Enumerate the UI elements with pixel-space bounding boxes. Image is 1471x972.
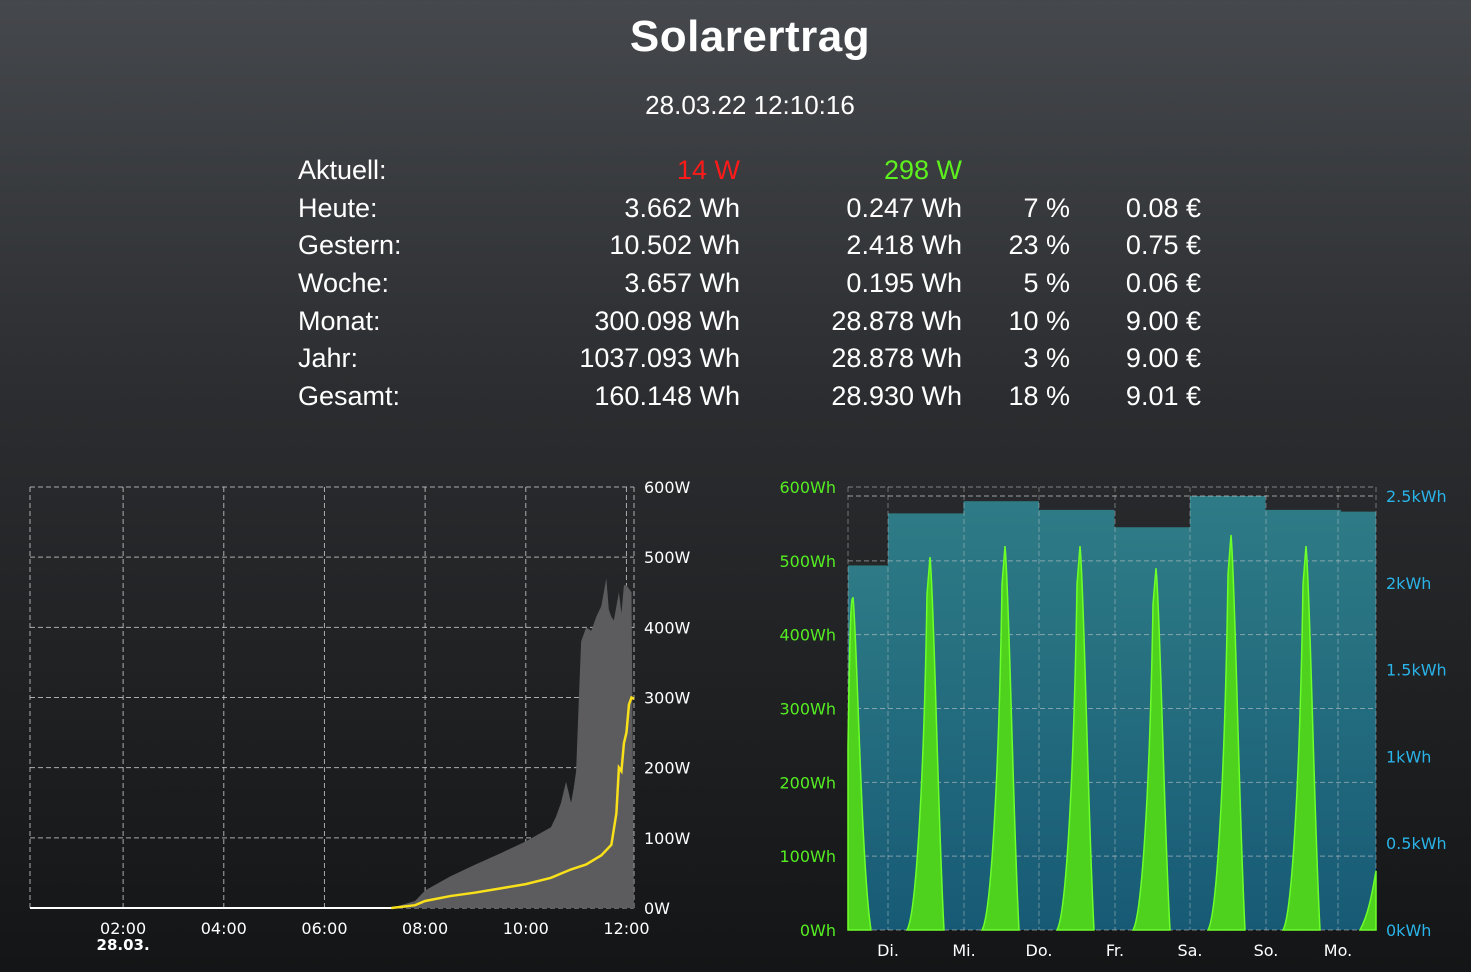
- y-left-tick-label: 300Wh: [780, 700, 837, 719]
- stats-row-total: Gesamt: 160.148 Wh 28.930 Wh 18 % 9.01 €: [298, 378, 1208, 416]
- y-tick-label: 200W: [644, 759, 691, 778]
- stats-row-month: Monat: 300.098 Wh 28.878 Wh 10 % 9.00 €: [298, 303, 1208, 341]
- production-peak: [1131, 568, 1171, 931]
- stats-table: Aktuell: 14 W 298 W Heute: 3.662 Wh 0.24…: [298, 152, 1208, 416]
- current-consumption-value: 14 W: [676, 155, 740, 185]
- page-title: Solarertrag: [629, 12, 871, 61]
- daily-total-bar: [888, 513, 964, 930]
- production-peak: [905, 557, 945, 931]
- value-feed: 0.195 Wh: [846, 268, 962, 299]
- production-peak: [1281, 545, 1321, 931]
- y-tick-label: 500W: [644, 548, 691, 567]
- x-tick-label: 06:00: [301, 919, 347, 938]
- row-label: Aktuell:: [298, 155, 387, 185]
- x-tick-label: 08:00: [402, 919, 448, 938]
- x-tick-label: 02:00: [100, 919, 146, 938]
- y-left-tick-label: 0Wh: [800, 921, 836, 940]
- production-peak: [980, 545, 1020, 931]
- y-right-tick-label: 2kWh: [1386, 574, 1431, 593]
- x-category-label: Di.: [877, 941, 899, 960]
- x-category-label: Fr.: [1106, 941, 1124, 960]
- value-percent: 18 %: [1008, 381, 1070, 412]
- stats-row-current: Aktuell: 14 W 298 W: [298, 152, 1208, 190]
- value-euro: 0.08 €: [1125, 192, 1201, 223]
- x-category-label: Mi.: [952, 941, 975, 960]
- value-euro: 0.06 €: [1125, 268, 1201, 299]
- value-percent: 23 %: [1008, 230, 1070, 261]
- current-production-value: 298 W: [883, 155, 962, 185]
- value-euro: 9.00 €: [1125, 305, 1201, 336]
- power-today-chart: 0W 100W 200W 300W 400W 500W 600W 02:00 04:00 06:0…: [29, 478, 691, 954]
- value-energy: 10.502 Wh: [609, 230, 740, 261]
- y-tick-label: 600W: [644, 478, 691, 497]
- y-tick-label: 400W: [644, 618, 691, 637]
- daily-total-bar: [1341, 511, 1376, 930]
- y-right-tick-label: 1.5kWh: [1386, 661, 1447, 680]
- y-right-tick-label: 0.5kWh: [1386, 834, 1447, 853]
- x-category-label: Sa.: [1177, 941, 1202, 960]
- x-date-label: 28.03.: [97, 936, 150, 954]
- weekly-energy-chart: 0Wh 100Wh 200Wh 300Wh 400Wh 500Wh 600Wh 0kWh 0.5…: [780, 478, 1447, 960]
- value-percent: 5 %: [1023, 268, 1070, 299]
- value-feed: 28.930 Wh: [831, 381, 962, 412]
- y-tick-label: 300W: [644, 689, 691, 708]
- y-left-tick-label: 100Wh: [780, 847, 837, 866]
- production-peak: [1055, 545, 1095, 931]
- stats-row-week: Woche: 3.657 Wh 0.195 Wh 5 % 0.06 €: [298, 265, 1208, 303]
- charts-canvas: 0W 100W 200W 300W 400W 500W 600W 02:00 04:00 06:0…: [29, 478, 1447, 960]
- row-label: Gesamt:: [298, 381, 401, 412]
- value-energy: 3.657 Wh: [624, 268, 740, 299]
- daily-total-bar: [848, 565, 888, 930]
- y-right-tick-label: 0kWh: [1386, 921, 1431, 940]
- production-peak: [1206, 534, 1246, 931]
- x-tick-label: 12:00: [603, 919, 649, 938]
- value-energy: 160.148 Wh: [594, 381, 740, 412]
- y-right-tick-label: 1kWh: [1386, 747, 1431, 766]
- stats-row-year: Jahr: 1037.093 Wh 28.878 Wh 3 % 9.00 €: [298, 340, 1208, 378]
- daily-total-bar: [963, 501, 1039, 930]
- y-left-tick-label: 500Wh: [780, 552, 837, 571]
- row-label: Gestern:: [298, 230, 402, 261]
- value-feed: 0.247 Wh: [846, 192, 962, 223]
- x-tick-label: 10:00: [503, 919, 549, 938]
- x-category-label: Do.: [1026, 941, 1053, 960]
- stats-row-yesterday: Gestern: 10.502 Wh 2.418 Wh 23 % 0.75 €: [298, 227, 1208, 265]
- x-category-label: So.: [1254, 941, 1279, 960]
- value-euro: 0.75 €: [1125, 230, 1201, 261]
- value-euro: 9.01 €: [1125, 381, 1201, 412]
- daily-total-bar: [1039, 509, 1115, 930]
- y-left-tick-label: 400Wh: [780, 626, 837, 645]
- value-percent: 3 %: [1023, 343, 1070, 374]
- timestamp: 28.03.22 12:10:16: [645, 90, 855, 120]
- production-line: [391, 695, 635, 910]
- consumption-area: [391, 578, 634, 908]
- row-label: Jahr:: [298, 343, 359, 374]
- value-energy: 1037.093 Wh: [579, 343, 740, 374]
- value-feed: 28.878 Wh: [831, 305, 962, 336]
- value-feed: 2.418 Wh: [846, 230, 962, 261]
- value-percent: 10 %: [1008, 305, 1070, 336]
- y-right-tick-label: 2.5kWh: [1386, 487, 1447, 506]
- production-peak: [1358, 870, 1377, 931]
- stats-row-today: Heute: 3.662 Wh 0.247 Wh 7 % 0.08 €: [298, 190, 1208, 228]
- y-tick-label: 100W: [644, 829, 691, 848]
- value-feed: 28.878 Wh: [831, 343, 962, 374]
- row-label: Woche:: [298, 268, 390, 299]
- row-label: Monat:: [298, 305, 381, 336]
- y-left-tick-label: 200Wh: [780, 773, 837, 792]
- y-tick-label: 0W: [644, 899, 670, 918]
- x-tick-label: 04:00: [201, 919, 247, 938]
- value-energy: 300.098 Wh: [594, 305, 740, 336]
- value-energy: 3.662 Wh: [624, 192, 740, 223]
- daily-total-bar: [1190, 496, 1266, 930]
- value-euro: 9.00 €: [1125, 343, 1201, 374]
- value-percent: 7 %: [1023, 192, 1070, 223]
- daily-total-bar: [1114, 527, 1190, 930]
- x-category-label: Mo.: [1324, 941, 1352, 960]
- daily-total-bar: [1265, 509, 1341, 930]
- row-label: Heute:: [298, 192, 378, 223]
- y-left-tick-label: 600Wh: [780, 478, 837, 497]
- production-peak: [847, 596, 872, 931]
